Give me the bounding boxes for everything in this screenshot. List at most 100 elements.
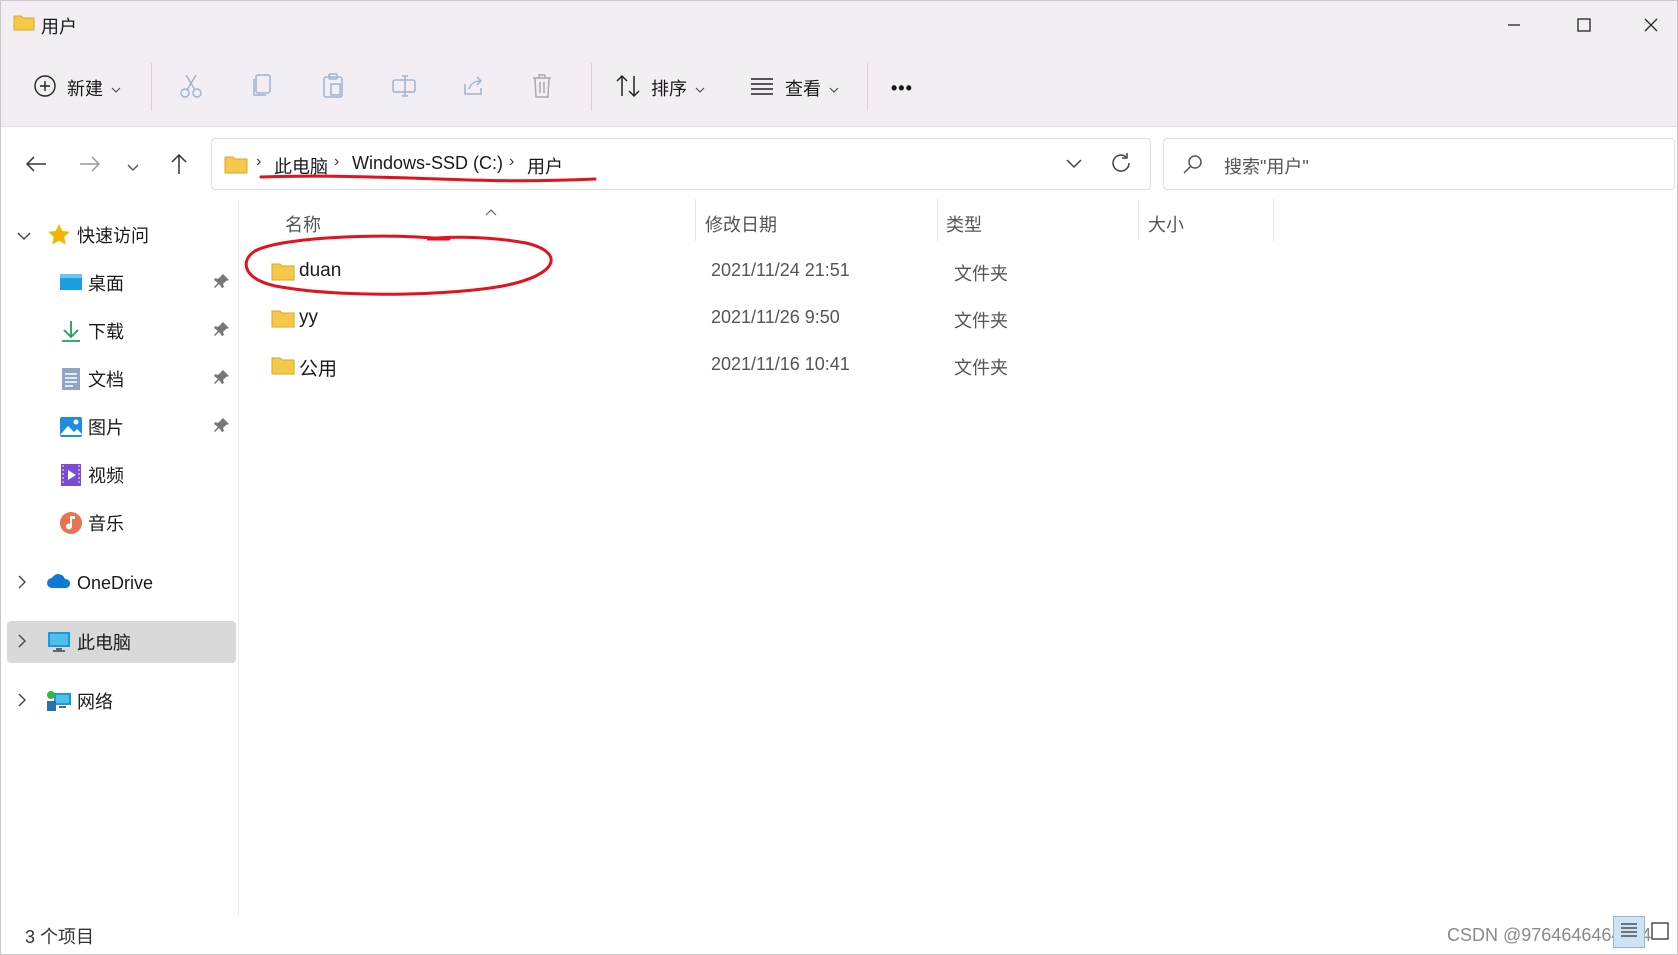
column-divider[interactable] (695, 199, 696, 241)
sidebar-item-desktop[interactable]: 桌面 (1, 262, 237, 304)
share-button[interactable] (461, 69, 485, 107)
onedrive-cloud-icon (46, 571, 71, 595)
folder-icon (271, 308, 295, 333)
pin-icon (214, 417, 230, 438)
sidebar-label: 图片 (88, 418, 124, 438)
sort-label: 排序 (651, 79, 687, 99)
red-annotation-circle (241, 233, 571, 308)
copy-icon (251, 73, 273, 104)
desktop-icon (59, 271, 83, 295)
window-title: 用户 (41, 17, 77, 37)
delete-button[interactable] (531, 69, 553, 107)
column-header-modified[interactable]: 修改日期 (705, 211, 777, 237)
share-icon (461, 74, 485, 103)
search-placeholder: 搜索"用户" (1224, 157, 1309, 177)
new-button[interactable]: 新建 (33, 69, 121, 107)
chevron-right-icon[interactable] (17, 573, 27, 594)
navigation-pane: 快速访问 桌面 下载 文档 图片 视频 音乐 OneDrive 此电脑 网络 (1, 201, 239, 916)
more-button[interactable]: ••• (891, 69, 913, 107)
folder-icon (224, 154, 248, 179)
search-icon (1182, 153, 1204, 180)
sidebar-label: OneDrive (77, 572, 154, 593)
arrow-up-icon (170, 153, 188, 180)
column-divider[interactable] (1138, 199, 1139, 241)
item-count: 3 个项目 (25, 927, 95, 947)
sort-button[interactable]: 排序 (615, 69, 705, 107)
network-icon (46, 689, 71, 713)
arrow-left-icon (25, 155, 47, 178)
download-icon (59, 319, 83, 343)
video-icon (60, 463, 84, 487)
star-icon (47, 223, 71, 247)
document-icon (61, 367, 85, 391)
minimize-button[interactable] (1484, 7, 1544, 43)
sidebar-label: 音乐 (88, 514, 124, 534)
copy-button[interactable] (251, 69, 273, 107)
sidebar-item-quick-access[interactable]: 快速访问 (1, 214, 237, 256)
sort-icon (615, 74, 641, 103)
paste-button[interactable] (321, 69, 345, 107)
details-view-icon (1620, 922, 1638, 943)
new-label: 新建 (67, 79, 103, 99)
computer-icon (47, 630, 71, 654)
search-box[interactable]: 搜索"用户" (1163, 138, 1675, 190)
view-label: 查看 (785, 79, 821, 99)
chevron-right-icon[interactable] (17, 632, 27, 653)
paste-icon (321, 72, 345, 104)
sidebar-item-this-pc[interactable]: 此电脑 (7, 621, 236, 663)
details-view-button[interactable] (1613, 916, 1645, 948)
file-modified: 2021/11/26 9:50 (711, 307, 840, 327)
chevron-down-icon (695, 78, 705, 99)
sidebar-label: 下载 (88, 322, 124, 342)
refresh-icon[interactable] (1109, 151, 1133, 180)
file-row[interactable]: 公用 2021/11/16 10:41 文件夹 (241, 343, 1341, 387)
maximize-button[interactable] (1554, 7, 1614, 43)
file-type: 文件夹 (954, 264, 1008, 284)
music-icon (59, 511, 83, 535)
sidebar-item-onedrive[interactable]: OneDrive (1, 562, 237, 604)
chevron-down-icon[interactable] (17, 225, 31, 246)
column-header-type[interactable]: 类型 (946, 211, 982, 237)
toolbar-divider (867, 63, 868, 111)
view-button[interactable]: 查看 (749, 69, 839, 107)
pin-icon (214, 273, 230, 294)
up-button[interactable] (164, 151, 194, 181)
column-divider[interactable] (937, 199, 938, 241)
chevron-right-icon[interactable] (17, 691, 27, 712)
recent-locations-button[interactable] (118, 151, 148, 181)
file-modified: 2021/11/24 21:51 (711, 260, 850, 280)
file-name: 公用 (299, 359, 338, 380)
tiles-view-icon (1649, 922, 1671, 946)
pin-icon (214, 321, 230, 342)
chevron-down-icon (829, 78, 839, 99)
close-button[interactable] (1623, 7, 1678, 43)
sidebar-item-videos[interactable]: 视频 (1, 454, 237, 496)
column-divider[interactable] (1273, 199, 1274, 241)
forward-button[interactable] (75, 151, 105, 181)
sidebar-item-network[interactable]: 网络 (1, 680, 237, 722)
delete-icon (531, 73, 553, 104)
sidebar-item-pictures[interactable]: 图片 (1, 406, 237, 448)
pin-icon (214, 369, 230, 390)
sidebar-label: 桌面 (88, 274, 124, 294)
sidebar-label: 快速访问 (77, 226, 149, 246)
pictures-icon (59, 415, 83, 439)
sidebar-item-music[interactable]: 音乐 (1, 502, 237, 544)
sidebar-label: 此电脑 (77, 633, 131, 653)
chevron-down-icon (127, 156, 139, 177)
cut-button[interactable] (179, 69, 203, 107)
rename-button[interactable] (391, 69, 417, 107)
sidebar-label: 文档 (88, 370, 124, 390)
address-history-dropdown[interactable] (1064, 153, 1084, 178)
cut-icon (179, 73, 203, 104)
column-header-size[interactable]: 大小 (1148, 211, 1184, 237)
sidebar-label: 视频 (88, 466, 124, 486)
file-explorer-window: 用户 新建 排序 查看 ••• › 此电脑 › Windows-SSD (C:)… (0, 0, 1678, 955)
back-button[interactable] (21, 151, 51, 181)
sidebar-item-downloads[interactable]: 下载 (1, 310, 237, 352)
sidebar-item-documents[interactable]: 文档 (1, 358, 237, 400)
chevron-down-icon (111, 78, 121, 99)
folder-icon (13, 13, 35, 36)
tiles-view-button[interactable] (1649, 920, 1671, 947)
view-icon (749, 75, 775, 102)
